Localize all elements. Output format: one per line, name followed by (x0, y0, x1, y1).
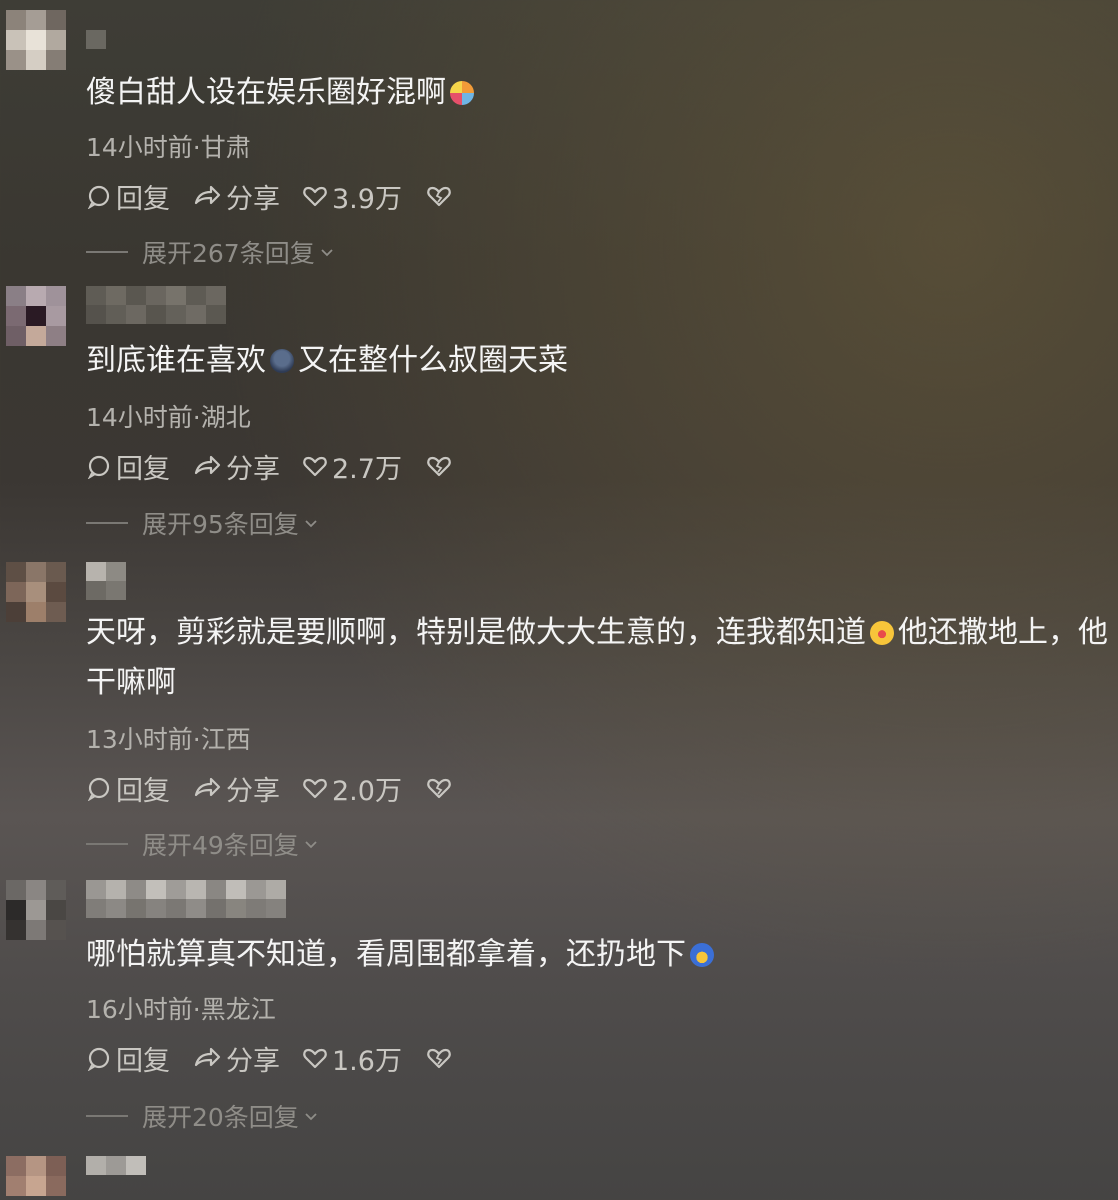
comment-text-before: 到底谁在喜欢 (86, 343, 266, 378)
dislike-button[interactable] (426, 775, 456, 801)
action-bar: 回复 分享 1.6万 (86, 1038, 478, 1078)
heart-icon (303, 778, 327, 799)
reply-button[interactable]: 回复 (86, 177, 170, 216)
comment-text: 傻白甜人设在娱乐圈好混啊 (86, 68, 1118, 118)
divider-dash (86, 522, 128, 524)
share-arrow-icon (194, 455, 221, 475)
share-label: 分享 (226, 1045, 280, 1077)
action-bar: 回复 分享 3.9万 (86, 176, 478, 216)
like-count: 1.6万 (332, 1045, 402, 1077)
like-count: 2.0万 (332, 775, 402, 807)
expand-replies-label: 展开267条回复 (142, 239, 315, 268)
heart-icon (303, 1048, 327, 1069)
share-label: 分享 (226, 183, 280, 215)
broken-heart-icon (427, 186, 451, 207)
share-arrow-icon (194, 1047, 221, 1067)
comment-bubble-icon (87, 185, 110, 209)
expand-replies-label: 展开95条回复 (142, 510, 299, 539)
like-count: 3.9万 (332, 183, 402, 215)
expand-replies-button[interactable]: 展开20条回复 (86, 1098, 319, 1134)
dislike-button[interactable] (426, 453, 456, 479)
comment-text-before: 天呀，剪彩就是要顺啊，特别是做大大生意的，连我都知道 (86, 615, 866, 650)
comment-meta: 14小时前·湖北 (86, 403, 251, 432)
share-button[interactable]: 分享 (192, 447, 280, 486)
face-emoji-icon (450, 81, 474, 105)
divider-dash (86, 251, 128, 253)
chevron-down-icon (321, 249, 333, 257)
comment-text: 哪怕就算真不知道，看周围都拿着，还扔地下 (86, 930, 1118, 980)
username[interactable] (86, 1156, 146, 1194)
share-button[interactable]: 分享 (192, 1039, 280, 1078)
reply-button[interactable]: 回复 (86, 769, 170, 808)
share-arrow-icon (194, 185, 221, 205)
scared-emoji-icon (690, 943, 714, 967)
comment-bubble-icon (87, 455, 110, 479)
action-bar: 回复 分享 2.0万 (86, 768, 478, 808)
laughing-crying-emoji-icon (870, 621, 894, 645)
avatar[interactable] (6, 1156, 68, 1200)
comment-text: 天呀，剪彩就是要顺啊，特别是做大大生意的，连我都知道 他还撒地上，他干嘛啊 (86, 608, 1118, 708)
username[interactable] (86, 30, 108, 68)
like-button[interactable]: 1.6万 (302, 1039, 402, 1078)
avatar[interactable] (6, 286, 68, 348)
share-label: 分享 (226, 775, 280, 807)
dislike-button[interactable] (426, 1045, 456, 1071)
like-button[interactable]: 3.9万 (302, 177, 402, 216)
comment-meta: 13小时前·江西 (86, 725, 251, 754)
reply-button[interactable]: 回复 (86, 1039, 170, 1078)
username[interactable] (86, 286, 226, 324)
expand-replies-button[interactable]: 展开95条回复 (86, 505, 319, 541)
share-button[interactable]: 分享 (192, 769, 280, 808)
face-emoji-icon (270, 349, 294, 373)
action-bar: 回复 分享 2.7万 (86, 446, 478, 486)
reply-label: 回复 (116, 453, 170, 485)
comment-bubble-icon (87, 777, 110, 801)
expand-replies-label: 展开20条回复 (142, 1103, 299, 1132)
broken-heart-icon (427, 456, 451, 477)
comment-text-before: 傻白甜人设在娱乐圈好混啊 (86, 75, 446, 110)
heart-icon (303, 186, 327, 207)
broken-heart-icon (427, 778, 451, 799)
heart-icon (303, 456, 327, 477)
dislike-button[interactable] (426, 183, 456, 209)
share-button[interactable]: 分享 (192, 177, 280, 216)
comment-bubble-icon (87, 1047, 110, 1071)
avatar[interactable] (6, 880, 68, 942)
share-arrow-icon (194, 777, 221, 797)
reply-label: 回复 (116, 1045, 170, 1077)
like-count: 2.7万 (332, 453, 402, 485)
share-label: 分享 (226, 453, 280, 485)
avatar[interactable] (6, 10, 68, 72)
comment-meta: 16小时前·黑龙江 (86, 995, 276, 1024)
comment-text: 到底谁在喜欢 又在整什么叔圈天菜 (86, 336, 1118, 386)
broken-heart-icon (427, 1048, 451, 1069)
comment-meta: 14小时前·甘肃 (86, 133, 251, 162)
username[interactable] (86, 562, 126, 600)
divider-dash (86, 843, 128, 845)
chevron-down-icon (305, 841, 317, 849)
divider-dash (86, 1115, 128, 1117)
username[interactable] (86, 880, 286, 918)
reply-label: 回复 (116, 183, 170, 215)
like-button[interactable]: 2.7万 (302, 447, 402, 486)
reply-button[interactable]: 回复 (86, 447, 170, 486)
reply-label: 回复 (116, 775, 170, 807)
comment-text-after: 又在整什么叔圈天菜 (298, 343, 568, 378)
chevron-down-icon (305, 1113, 317, 1121)
expand-replies-button[interactable]: 展开267条回复 (86, 234, 335, 270)
avatar[interactable] (6, 562, 68, 624)
like-button[interactable]: 2.0万 (302, 769, 402, 808)
chevron-down-icon (305, 520, 317, 528)
comment-text-before: 哪怕就算真不知道，看周围都拿着，还扔地下 (86, 937, 686, 972)
expand-replies-label: 展开49条回复 (142, 831, 299, 860)
expand-replies-button[interactable]: 展开49条回复 (86, 826, 319, 862)
